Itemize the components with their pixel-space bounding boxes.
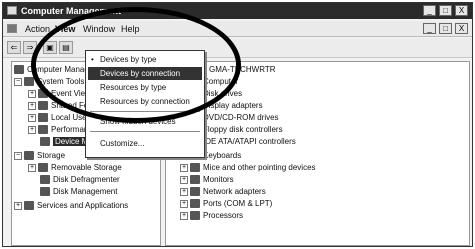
collapse-icon[interactable]: − [14,151,22,160]
device-manager-icon [40,137,50,147]
forward-icon[interactable]: ⇒ [23,41,37,54]
menu-help[interactable]: Help [121,24,140,34]
tree-disk-defragmenter[interactable]: Disk Defragmenter [40,174,120,186]
menu-view[interactable]: View [55,24,75,34]
storage-icon [24,151,34,161]
menu-separator [90,111,200,112]
back-icon[interactable]: ⇐ [7,41,21,54]
computer-node[interactable]: GMA-TECHWRTR [196,64,276,76]
menu-item-devices-by-connection[interactable]: Devices by connection [88,67,202,80]
doc-icon [7,24,17,33]
title-bar: Computer Management _ □ X [3,3,472,19]
up-icon[interactable]: ▣ [43,41,57,54]
tools-icon [24,77,34,87]
monitor-icon [190,175,200,185]
folder-icon [38,101,48,111]
check-mark-icon: • [91,55,94,64]
tree-removable-storage[interactable]: + Removable Storage [28,162,122,174]
expand-icon[interactable]: + [28,89,36,98]
event-viewer-icon [38,89,48,99]
users-icon [38,113,48,123]
mdi-controls: _ □ X [423,23,468,34]
menu-item-customize[interactable]: Customize... [88,137,202,150]
menu-separator [90,131,200,132]
menu-bar: Action View Window Help [3,21,472,37]
processor-icon [190,211,200,221]
expand-icon[interactable]: + [28,113,36,122]
tree-services[interactable]: + Services and Applications [14,200,128,212]
restore-button[interactable]: □ [439,5,452,16]
window-title: Computer Management [21,6,122,16]
computer-icon [14,65,24,75]
removable-storage-icon [38,163,48,173]
device-category[interactable]: + Network adapters [180,186,266,198]
device-category[interactable]: + Ports (COM & LPT) [180,198,272,210]
defragmenter-icon [40,175,50,185]
menu-item-devices-by-type[interactable]: • Devices by type [88,53,202,66]
window-controls: _ □ X [423,5,468,16]
expand-icon[interactable]: + [180,175,188,184]
disk-management-icon [40,187,50,197]
app-icon [7,6,17,15]
expand-icon[interactable]: + [28,163,36,172]
expand-icon[interactable]: + [28,125,36,134]
device-category[interactable]: + Mice and other pointing devices [180,162,316,174]
close-button[interactable]: X [455,5,468,16]
minimize-button[interactable]: _ [423,5,436,16]
mdi-restore-button[interactable]: □ [439,23,452,34]
expand-icon[interactable]: + [180,163,188,172]
computer-management-window: Computer Management _ □ X Action View Wi… [2,2,473,247]
tree-storage[interactable]: − Storage [14,150,65,162]
view-menu-dropdown: • Devices by type Devices by connection R… [85,50,205,158]
tree-disk-management[interactable]: Disk Management [40,186,117,198]
expand-icon[interactable]: + [180,187,188,196]
performance-icon [38,125,48,135]
mouse-icon [190,163,200,173]
device-category[interactable]: + Processors [180,210,243,222]
expand-icon[interactable]: + [14,201,22,210]
mdi-minimize-button[interactable]: _ [423,23,436,34]
services-icon [24,201,34,211]
expand-icon[interactable]: + [180,211,188,220]
tree-system-tools[interactable]: − System Tools [14,76,84,88]
collapse-icon[interactable]: − [14,77,22,86]
menu-item-resources-by-connection[interactable]: Resources by connection [88,95,202,108]
network-icon [190,187,200,197]
mdi-close-button[interactable]: X [455,23,468,34]
device-list-pane: GMA-TECHWRTR +Computer +Disk drives +Dis… [165,61,470,246]
expand-icon[interactable]: + [28,101,36,110]
device-category[interactable]: + Monitors [180,174,234,186]
menu-item-resources-by-type[interactable]: Resources by type [88,81,202,94]
menu-action[interactable]: Action [25,24,50,34]
menu-item-show-hidden-devices[interactable]: Show hidden devices [88,115,202,128]
menu-window[interactable]: Window [83,24,115,34]
toolbar: ⇐ ⇒ ▣ ▤ [3,38,472,58]
port-icon [190,199,200,209]
expand-icon[interactable]: + [180,199,188,208]
properties-icon[interactable]: ▤ [59,41,73,54]
